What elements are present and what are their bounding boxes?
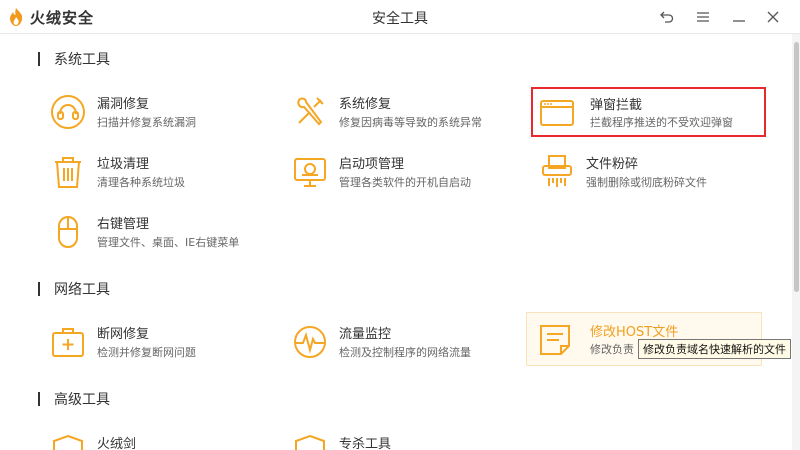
tool-name: 修改HOST文件	[590, 325, 679, 340]
trash-icon	[55, 157, 81, 188]
section-marker	[38, 52, 40, 66]
tool-name: 火绒剑	[97, 437, 137, 450]
tool-name: 启动项管理	[339, 157, 405, 172]
tool-desc: 拦截程序推送的不受欢迎弹窗	[590, 116, 733, 129]
close-icon	[767, 11, 779, 23]
tool-desc: 修复因病毒等导致的系统异常	[339, 116, 482, 129]
tool-desc: 检测并修复断网问题	[97, 346, 196, 359]
section-title: 高级工具	[54, 392, 110, 408]
tool-system-fix[interactable]: 系统修复 修复因病毒等导致的系统异常	[282, 82, 510, 140]
tool-name: 专杀工具	[339, 437, 392, 450]
section-system-tools: 系统工具	[38, 50, 110, 68]
popup-window-icon	[540, 100, 574, 126]
tool-name: 右键管理	[97, 217, 150, 232]
tool-name: 系统修复	[339, 97, 392, 112]
brand-logo: 火绒安全	[6, 6, 94, 28]
tool-huorong-sword[interactable]: 火绒剑	[40, 422, 268, 450]
window-title: 安全工具	[372, 11, 428, 27]
section-marker	[38, 282, 40, 296]
tool-popup-block[interactable]: 弹窗拦截 拦截程序推送的不受欢迎弹窗	[531, 87, 766, 137]
tool-traffic-monitor[interactable]: 流量监控 检测及控制程序的网络流量	[282, 312, 510, 370]
shredder-icon	[542, 155, 572, 187]
minimize-icon	[733, 20, 745, 22]
menu-button[interactable]	[692, 6, 714, 28]
tool-desc: 检测及控制程序的网络流量	[339, 346, 471, 359]
tool-name: 弹窗拦截	[590, 98, 643, 113]
tool-desc: 管理文件、桌面、IE右键菜单	[97, 236, 240, 249]
monitor-startup-icon	[294, 158, 326, 187]
back-button[interactable]	[656, 6, 678, 28]
tool-name: 流量监控	[339, 327, 392, 342]
first-aid-kit-icon	[52, 328, 84, 357]
back-arrow-icon	[660, 11, 674, 23]
tool-name: 漏洞修复	[97, 97, 150, 112]
tool-name: 垃圾清理	[97, 157, 150, 172]
tool-right-click-manager[interactable]: 右键管理 管理文件、桌面、IE右键菜单	[40, 202, 268, 260]
tool-network-repair[interactable]: 断网修复 检测并修复断网问题	[40, 312, 268, 370]
section-marker	[38, 392, 40, 406]
tool-desc: 管理各类软件的开机自启动	[339, 176, 471, 189]
tool-name: 断网修复	[97, 327, 150, 342]
tool-name: 文件粉碎	[586, 157, 639, 172]
tool-desc: 修改负责	[590, 343, 634, 356]
close-button[interactable]	[762, 6, 784, 28]
flame-logo-icon	[9, 8, 23, 26]
tool-desc: 清理各种系统垃圾	[97, 176, 185, 189]
tool-junk-clean[interactable]: 垃圾清理 清理各种系统垃圾	[40, 142, 268, 200]
tool-file-shredder[interactable]: 文件粉碎 强制删除或彻底粉碎文件	[529, 142, 757, 200]
scrollbar-thumb[interactable]	[794, 42, 799, 292]
title-bar: 火绒安全 安全工具	[0, 0, 800, 34]
tool-desc: 强制删除或彻底粉碎文件	[586, 176, 707, 189]
host-file-icon	[540, 325, 570, 355]
tool-startup-manager[interactable]: 启动项管理 管理各类软件的开机自启动	[282, 142, 510, 200]
minimize-button[interactable]	[728, 6, 750, 28]
section-title: 系统工具	[54, 52, 110, 68]
shield-icon	[295, 434, 325, 450]
brand-name: 火绒安全	[30, 8, 95, 27]
tool-leak-fix[interactable]: 漏洞修复 扫描并修复系统漏洞	[40, 82, 268, 140]
section-network-tools: 网络工具	[38, 280, 110, 298]
pulse-monitor-icon	[294, 326, 326, 358]
tooltip: 修改负责域名快速解析的文件	[638, 339, 791, 359]
menu-icon	[697, 12, 709, 22]
section-title: 网络工具	[54, 282, 110, 298]
tool-desc: 扫描并修复系统漏洞	[97, 116, 196, 129]
shield-repair-icon	[51, 95, 85, 129]
tool-special-kill[interactable]: 专杀工具	[282, 422, 510, 450]
shield-icon	[53, 434, 83, 450]
section-advanced-tools: 高级工具	[38, 390, 110, 408]
mouse-icon	[58, 216, 78, 248]
wrench-screwdriver-icon	[297, 97, 324, 126]
